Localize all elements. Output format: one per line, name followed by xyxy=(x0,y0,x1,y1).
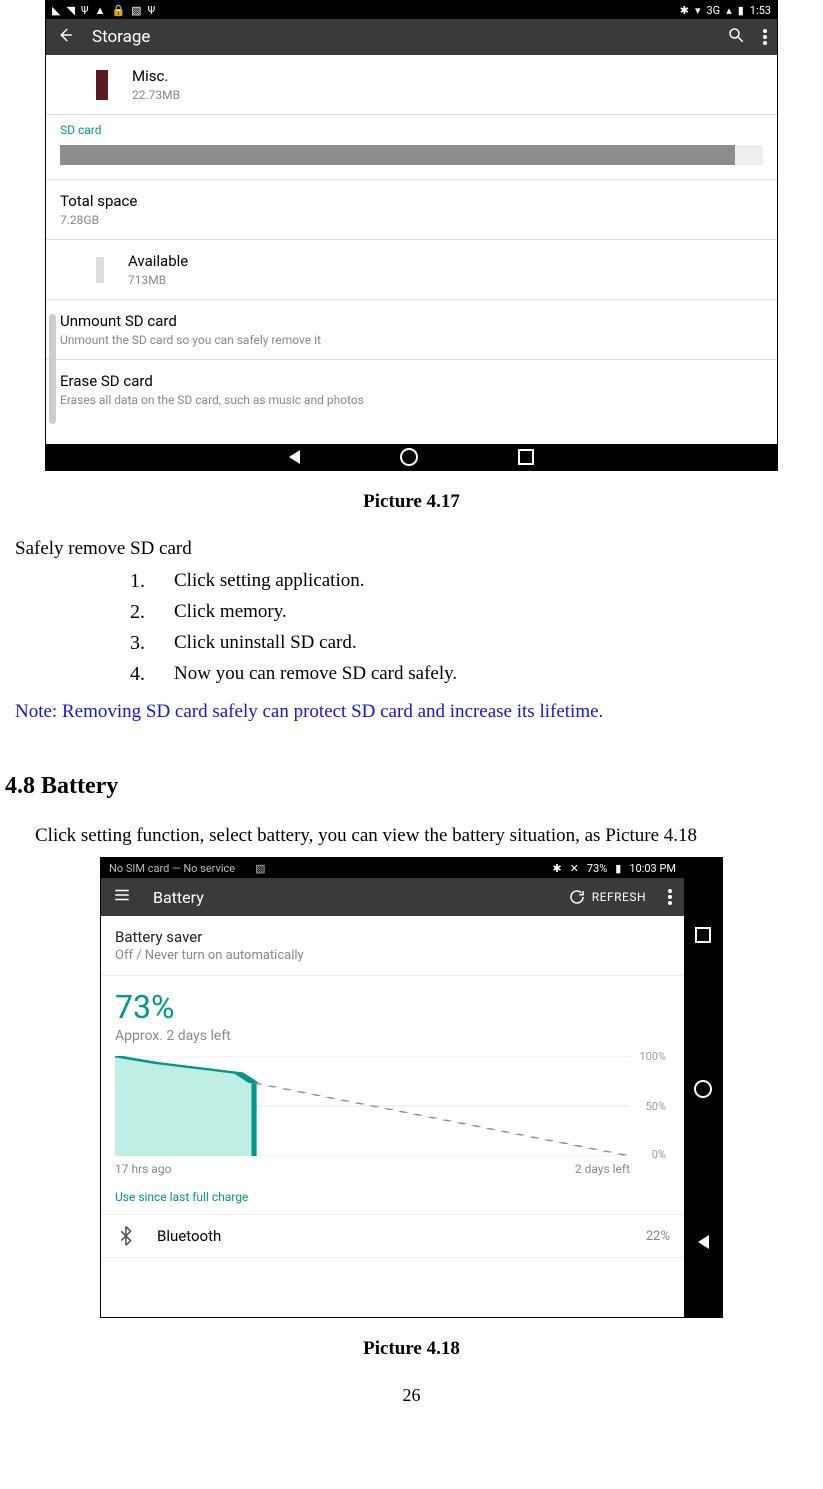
sdcard-usage-bar xyxy=(46,141,777,180)
screenshot-storage: ◣ ◥ Ψ ▲ 🔒 ▧ Ψ ✱ ▾ 3G ▴ ▮ 1:53 Storage xyxy=(45,0,778,471)
unmount-sd-row[interactable]: Unmount SD card Unmount the SD card so y… xyxy=(46,300,777,360)
refresh-label: REFRESH xyxy=(592,890,646,904)
nav-home-icon[interactable] xyxy=(694,1080,712,1098)
row-pct: 22% xyxy=(646,1229,670,1244)
row-title: Unmount SD card xyxy=(60,312,321,330)
figure-caption: Picture 4.18 xyxy=(0,1338,823,1360)
y-label: 100% xyxy=(639,1050,666,1063)
statusbar: No SIM card — No service ▧ ✱ ✕ 73% ▮ 10:… xyxy=(101,858,684,878)
battery-pct: 73% xyxy=(587,862,607,875)
nav-recent-icon[interactable] xyxy=(695,927,711,943)
row-title: Available xyxy=(128,252,188,270)
steps-list: 1.Click setting application. 2.Click mem… xyxy=(130,570,823,686)
refresh-button[interactable]: REFRESH xyxy=(568,888,646,906)
clock: 10:03 PM xyxy=(629,862,676,875)
row-subtitle: 713MB xyxy=(128,273,188,287)
available-icon xyxy=(96,257,104,283)
statusbar: ◣ ◥ Ψ ▲ 🔒 ▧ Ψ ✱ ▾ 3G ▴ ▮ 1:53 xyxy=(46,1,777,19)
row-subtitle: 22.73MB xyxy=(132,88,180,102)
battery-icon: ▮ xyxy=(738,4,744,17)
usb-icon: Ψ xyxy=(148,4,156,17)
android-navbar-vertical xyxy=(684,858,722,1317)
row-title: Total space xyxy=(60,192,137,210)
row-subtitle: Unmount the SD card so you can safely re… xyxy=(60,333,321,347)
total-space-row[interactable]: Total space 7.28GB xyxy=(46,180,777,240)
usb-icon: Ψ xyxy=(81,4,89,17)
row-title: Erase SD card xyxy=(60,372,364,390)
battery-chart[interactable]: 73% Approx. 2 days left 100% 50% 0% xyxy=(101,976,684,1180)
step-text: Now you can remove SD card safely. xyxy=(160,663,457,686)
safely-remove-heading: Safely remove SD card xyxy=(15,538,808,560)
nav-recent-icon[interactable] xyxy=(518,449,534,465)
misc-icon xyxy=(96,70,108,100)
step-text: Click uninstall SD card. xyxy=(160,632,357,655)
row-title: Misc. xyxy=(132,67,180,85)
row-title: Bluetooth xyxy=(157,1227,221,1245)
screenshot-battery: No SIM card — No service ▧ ✱ ✕ 73% ▮ 10:… xyxy=(100,857,723,1318)
section-body: Click setting function, select battery, … xyxy=(35,825,808,847)
nav-back-icon[interactable] xyxy=(289,450,300,464)
gallery-icon: ▧ xyxy=(131,4,141,17)
overflow-icon[interactable] xyxy=(763,27,767,47)
warning-icon: ▲ xyxy=(95,4,106,17)
no-sim-label: No SIM card — No service xyxy=(109,862,235,875)
appbar-title: Storage xyxy=(92,27,150,47)
bluetooth-usage-row[interactable]: Bluetooth 22% xyxy=(101,1214,684,1258)
status-icon: ◣ xyxy=(52,4,60,17)
step-text: Click setting application. xyxy=(160,570,365,593)
step-num: 4. xyxy=(130,663,160,686)
misc-row[interactable]: Misc. 22.73MB xyxy=(46,55,777,115)
battery-estimate: Approx. 2 days left xyxy=(115,1028,670,1044)
figure-caption: Picture 4.17 xyxy=(0,491,823,513)
battery-icon: ▮ xyxy=(615,862,621,875)
sdcard-section-label: SD card xyxy=(46,115,777,141)
section-heading: 4.8 Battery xyxy=(5,773,823,800)
row-title: Battery saver xyxy=(115,928,670,946)
step-num: 2. xyxy=(130,601,160,624)
step-num: 1. xyxy=(130,570,160,593)
wifi-icon: ▾ xyxy=(695,4,701,17)
row-subtitle: Erases all data on the SD card, such as … xyxy=(60,393,364,407)
signal-icon: ▴ xyxy=(726,4,732,17)
appbar-title: Battery xyxy=(153,888,204,907)
y-label: 0% xyxy=(652,1148,666,1161)
nav-home-icon[interactable] xyxy=(400,448,418,466)
row-subtitle: Off / Never turn on automatically xyxy=(115,948,670,963)
note-text: Note: Removing SD card safely can protec… xyxy=(15,701,808,723)
bluetooth-icon: ✱ xyxy=(680,4,689,17)
available-row[interactable]: Available 713MB xyxy=(46,240,777,300)
menu-icon[interactable] xyxy=(113,886,131,908)
scrollbar[interactable] xyxy=(46,59,58,452)
appbar: Storage xyxy=(46,19,777,55)
battery-big-pct: 73% xyxy=(115,988,670,1026)
back-icon[interactable] xyxy=(56,26,74,48)
lock-icon: 🔒 xyxy=(111,4,125,17)
erase-sd-row[interactable]: Erase SD card Erases all data on the SD … xyxy=(46,360,777,419)
step-num: 3. xyxy=(130,632,160,655)
bluetooth-icon: ✱ xyxy=(552,862,561,875)
step-text: Click memory. xyxy=(160,601,287,624)
appbar: Battery REFRESH xyxy=(101,878,684,916)
battery-graph: 100% 50% 0% xyxy=(115,1056,630,1156)
status-icon: ◥ xyxy=(66,4,74,17)
use-since-label: Use since last full charge xyxy=(101,1180,684,1214)
battery-saver-row[interactable]: Battery saver Off / Never turn on automa… xyxy=(101,916,684,976)
page-number: 26 xyxy=(0,1385,823,1406)
network-label: 3G xyxy=(707,4,721,17)
x-label-right: 2 days left xyxy=(575,1162,630,1176)
x-label-left: 17 hrs ago xyxy=(115,1162,171,1176)
nav-back-icon[interactable] xyxy=(698,1235,709,1249)
mute-icon: ✕ xyxy=(570,862,579,875)
search-icon[interactable] xyxy=(727,26,745,48)
bluetooth-icon xyxy=(115,1225,137,1247)
gallery-icon: ▧ xyxy=(255,862,265,875)
android-navbar xyxy=(46,444,777,470)
clock: 1:53 xyxy=(750,4,771,17)
row-subtitle: 7.28GB xyxy=(60,213,137,227)
overflow-icon[interactable] xyxy=(668,887,672,907)
y-label: 50% xyxy=(646,1100,666,1113)
